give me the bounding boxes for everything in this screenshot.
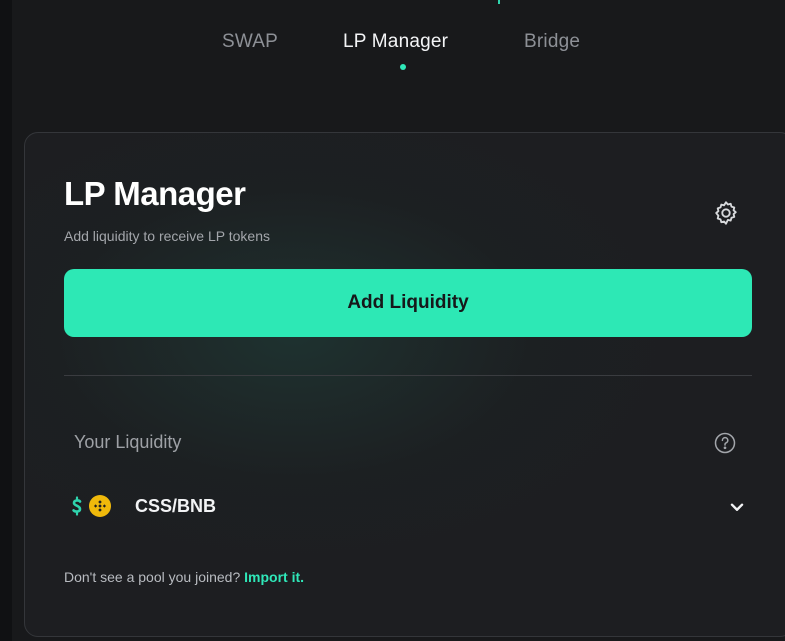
main-tabs: SWAP LP Manager Bridge [0, 0, 785, 90]
import-pool-link[interactable]: Import it. [244, 569, 304, 585]
add-liquidity-button[interactable]: Add Liquidity [64, 269, 752, 337]
import-pool-note: Don't see a pool you joined? Import it. [64, 569, 304, 585]
import-pool-text: Don't see a pool you joined? [64, 569, 241, 585]
card-title: LP Manager [64, 175, 246, 212]
css-token-icon [72, 496, 82, 516]
section-divider [64, 375, 752, 376]
pool-pair-name: CSS/BNB [135, 496, 217, 516]
lp-manager-page: SWAP LP Manager Bridge LP Manager Add li… [0, 0, 785, 641]
pool-row-css-bnb[interactable]: CSS/BNB [64, 488, 754, 524]
bnb-token-icon [89, 495, 111, 517]
lp-manager-card: LP Manager Add liquidity to receive LP t… [24, 132, 785, 637]
chevron-down-icon[interactable] [726, 496, 748, 518]
side-strip [0, 0, 12, 641]
active-tab-indicator [400, 64, 406, 70]
your-liquidity-label: Your Liquidity [74, 432, 182, 452]
tab-swap[interactable]: SWAP [222, 31, 278, 53]
card-subtitle: Add liquidity to receive LP tokens [64, 228, 270, 244]
gear-icon[interactable] [712, 199, 740, 227]
tab-bridge[interactable]: Bridge [524, 31, 580, 53]
question-circle-icon[interactable] [713, 431, 737, 455]
tab-lp-manager[interactable]: LP Manager [343, 31, 448, 53]
